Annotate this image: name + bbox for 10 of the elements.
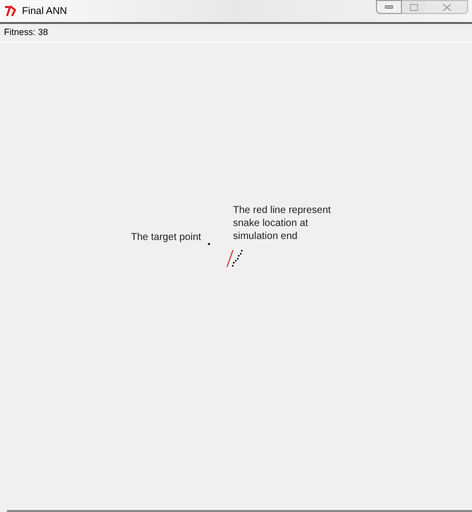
maximize-icon [410,4,418,10]
snake-drawing [208,242,244,268]
fitness-label: Fitness: 38 [3,26,50,39]
annotation-text: The target point [131,230,202,244]
annotation-text: The red line represent snake location at simulation end [233,204,332,242]
minimize-button[interactable] [376,0,402,14]
close-button[interactable] [426,0,468,14]
close-icon [442,4,450,10]
minimize-icon [385,5,393,9]
window-title: Final ANN [22,4,68,18]
